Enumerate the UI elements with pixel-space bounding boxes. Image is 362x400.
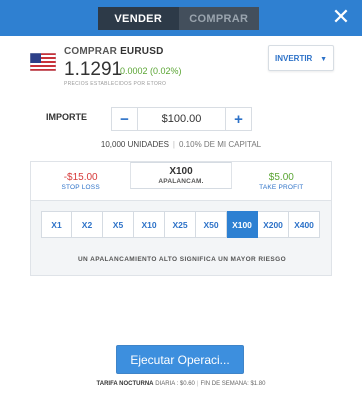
- amount-input[interactable]: $100.00: [138, 108, 225, 130]
- leverage-option[interactable]: X10: [134, 211, 165, 238]
- leverage-label: APALANCAM.: [158, 178, 204, 185]
- risk-tabs: -$15.00 STOP LOSS X100 APALANCAM. $5.00 …: [30, 161, 332, 201]
- tab-stop-loss[interactable]: -$15.00 STOP LOSS: [31, 162, 131, 200]
- overnight-fee: TARIFA NOCTURNA DIARIA : $0.60 | FIN DE SE…: [96, 381, 266, 387]
- price-change: 0.0002 (0.02%): [120, 66, 182, 76]
- take-profit-value: $5.00: [268, 171, 294, 183]
- leverage-option[interactable]: X2: [72, 211, 103, 238]
- chevron-down-icon: ▼: [320, 56, 327, 63]
- fee-daily: DIARIA : $0.60: [155, 381, 195, 387]
- execute-button[interactable]: Ejecutar Operaci...: [116, 345, 244, 374]
- us-flag-icon: [30, 53, 56, 71]
- leverage-option[interactable]: X400: [289, 211, 320, 238]
- tab-leverage[interactable]: X100 APALANCAM.: [130, 162, 232, 189]
- leverage-option[interactable]: X200: [258, 211, 289, 238]
- leverage-value: X100: [169, 166, 193, 177]
- units-value: 10,000 UNIDADES: [100, 140, 169, 149]
- sell-tab[interactable]: VENDER: [98, 7, 179, 30]
- amount-label: IMPORTE: [46, 112, 88, 122]
- fee-title: TARIFA NOCTURNA: [96, 381, 154, 387]
- invert-label: INVERTIR: [275, 53, 313, 63]
- minus-button[interactable]: −: [112, 108, 138, 130]
- leverage-option[interactable]: X1: [41, 211, 72, 238]
- side-toggle: VENDER COMPRAR: [98, 7, 259, 30]
- units-info: 10,000 UNIDADES | 0.10% DE MI CAPITAL: [100, 140, 262, 149]
- tab-take-profit[interactable]: $5.00 TAKE PROFIT: [231, 162, 331, 200]
- leverage-option[interactable]: X5: [103, 211, 134, 238]
- buy-tab[interactable]: COMPRAR: [178, 7, 259, 30]
- instrument-symbol: EURUSD: [120, 46, 164, 57]
- close-icon[interactable]: ✕: [331, 6, 351, 28]
- instrument-price: 1.1291: [64, 59, 123, 80]
- invert-button[interactable]: INVERTIR ▼: [268, 45, 334, 71]
- order-header: VENDER COMPRAR ✕: [0, 0, 362, 36]
- take-profit-label: TAKE PROFIT: [259, 183, 304, 191]
- instrument-title: COMPRAR EURUSD: [64, 46, 164, 57]
- leverage-option[interactable]: X50: [196, 211, 227, 238]
- leverage-options: X1 X2 X5 X10 X25 X50 X100 X200 X400: [41, 211, 320, 238]
- action-label: COMPRAR: [64, 46, 118, 57]
- amount-stepper: − $100.00 +: [111, 107, 252, 131]
- price-note: PRECIOS ESTABLECIDOS POR ETORO: [64, 81, 167, 87]
- stop-loss-label: STOP LOSS: [61, 183, 100, 191]
- stop-loss-value: -$15.00: [63, 171, 98, 183]
- fee-weekend: FIN DE SEMANA: $1.80: [200, 381, 266, 387]
- plus-button[interactable]: +: [225, 108, 251, 130]
- capital-percent: 0.10% DE MI CAPITAL: [179, 140, 262, 149]
- leverage-warning: UN APALANCAMIENTO ALTO SIGNIFICA UN MAYO…: [77, 256, 287, 263]
- leverage-panel: X1 X2 X5 X10 X25 X50 X100 X200 X400 UN A…: [30, 201, 332, 276]
- leverage-option[interactable]: X100: [227, 211, 258, 238]
- leverage-option[interactable]: X25: [165, 211, 196, 238]
